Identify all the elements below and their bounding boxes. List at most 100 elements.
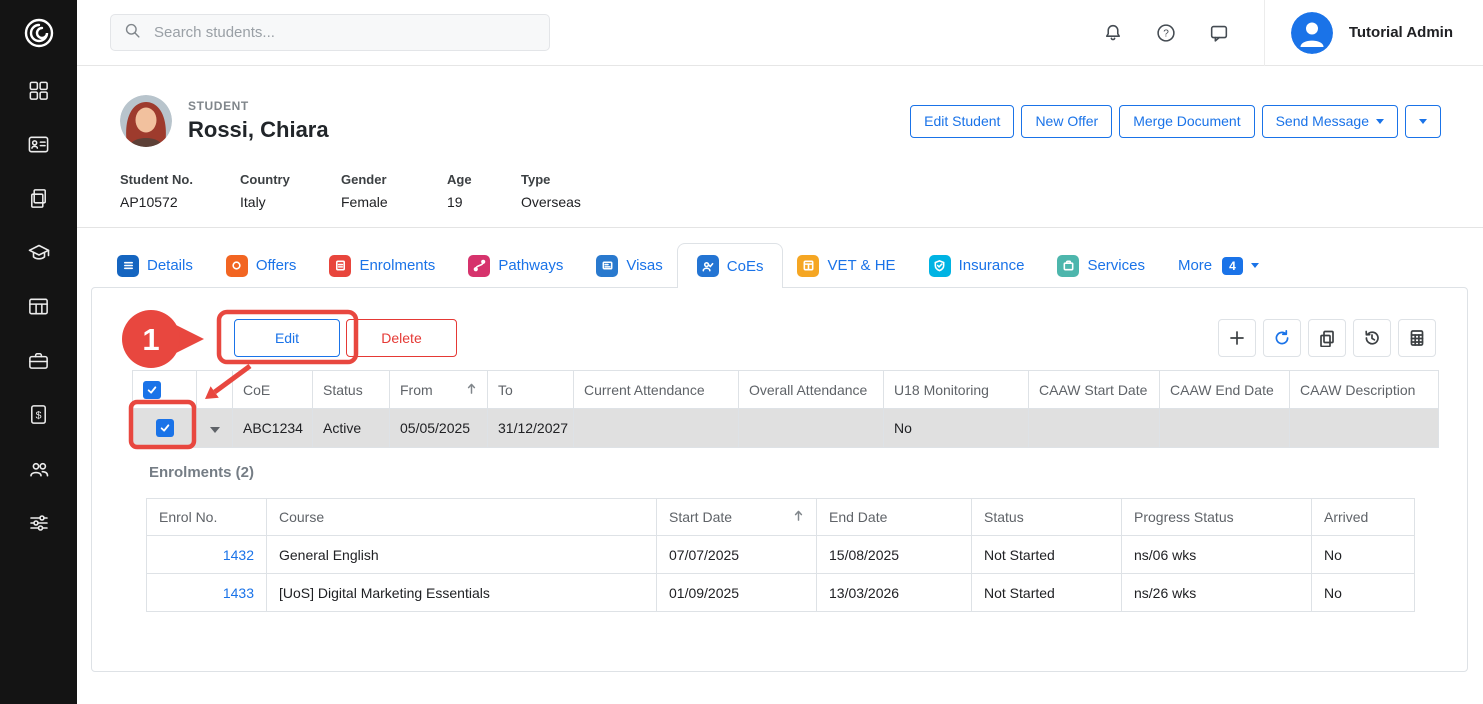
tab-services[interactable]: Services: [1057, 243, 1145, 288]
new-offer-button[interactable]: New Offer: [1021, 105, 1112, 138]
tab-vet-he[interactable]: VET & HE: [797, 243, 895, 288]
column-header-status[interactable]: Status: [972, 499, 1122, 536]
sidebar-item-dashboard[interactable]: [0, 66, 77, 120]
collapse-row-icon[interactable]: [210, 427, 220, 433]
tab-offers[interactable]: Offers: [226, 243, 297, 288]
student-name: Rossi, Chiara: [188, 117, 329, 143]
column-header-caaw-description[interactable]: CAAW Description: [1290, 371, 1439, 409]
vet-he-icon: [797, 255, 819, 277]
sidebar-item-finance[interactable]: $: [0, 390, 77, 444]
edit-student-button[interactable]: Edit Student: [910, 105, 1014, 138]
column-header-enrol-no[interactable]: Enrol No.: [147, 499, 267, 536]
sliders-icon: [27, 511, 51, 540]
tab-coes[interactable]: CoEs: [677, 243, 784, 288]
enrol-no-link[interactable]: 1433: [223, 585, 254, 601]
sidebar-item-community[interactable]: [0, 444, 77, 498]
column-header-overall-attendance[interactable]: Overall Attendance: [739, 371, 884, 409]
info-student-no: Student No. AP10572: [120, 172, 240, 210]
cell-progress-status: ns/06 wks: [1122, 536, 1312, 574]
enrolment-row[interactable]: 1432 General English 07/07/2025 15/08/20…: [147, 536, 1415, 574]
visas-icon: [596, 255, 618, 277]
send-message-label: Send Message: [1276, 113, 1369, 129]
edit-coe-button[interactable]: Edit: [234, 319, 340, 357]
row-checkbox[interactable]: [156, 419, 174, 437]
help-icon[interactable]: ?: [1146, 13, 1186, 53]
sort-asc-icon: [466, 382, 477, 398]
user-name: Tutorial Admin: [1349, 24, 1453, 41]
column-header-start-date[interactable]: Start Date: [657, 499, 817, 536]
info-label: Student No.: [120, 172, 240, 187]
column-header-to[interactable]: To: [488, 371, 574, 409]
merge-document-button[interactable]: Merge Document: [1119, 105, 1254, 138]
column-header-status[interactable]: Status: [313, 371, 390, 409]
info-gender: Gender Female: [341, 172, 447, 210]
sidebar-item-reports[interactable]: [0, 282, 77, 336]
column-header-arrived[interactable]: Arrived: [1312, 499, 1415, 536]
add-button[interactable]: [1218, 319, 1256, 357]
finance-icon: $: [27, 403, 50, 431]
sidebar-item-courses[interactable]: [0, 228, 77, 282]
cell-coe: ABC1234: [233, 409, 313, 448]
more-actions-split-button[interactable]: [1405, 105, 1441, 138]
enrol-no-link[interactable]: 1432: [223, 547, 254, 563]
app-window: { "colors": { "accent": "#1a73e8", "dang…: [0, 0, 1483, 704]
cell-end-date: 13/03/2026: [817, 574, 972, 612]
calculator-button[interactable]: [1398, 319, 1436, 357]
people-icon: [27, 457, 51, 486]
coe-table: CoE Status From To Current Attendance Ov…: [132, 370, 1439, 448]
send-message-button[interactable]: Send Message: [1262, 105, 1398, 138]
column-header-u18-monitoring[interactable]: U18 Monitoring: [884, 371, 1029, 409]
tab-label: Services: [1087, 257, 1145, 274]
notifications-bell-icon[interactable]: [1093, 13, 1133, 53]
tab-pathways[interactable]: Pathways: [468, 243, 563, 288]
graduation-cap-icon: [27, 241, 51, 270]
column-label: From: [400, 382, 433, 398]
info-value: Female: [341, 194, 447, 210]
services-icon: [1057, 255, 1079, 277]
tab-enrolments[interactable]: Enrolments: [329, 243, 435, 288]
column-header-progress-status[interactable]: Progress Status: [1122, 499, 1312, 536]
table-icon: [27, 295, 50, 323]
column-header-caaw-end[interactable]: CAAW End Date: [1160, 371, 1290, 409]
tab-label: Offers: [256, 257, 297, 274]
sidebar-item-settings[interactable]: [0, 498, 77, 552]
sidebar-item-students[interactable]: [0, 120, 77, 174]
chat-icon[interactable]: [1199, 13, 1239, 53]
cell-caaw-end: [1160, 409, 1290, 448]
history-button[interactable]: [1353, 319, 1391, 357]
column-header-coe[interactable]: CoE: [233, 371, 313, 409]
delete-coe-button[interactable]: Delete: [346, 319, 457, 357]
user-avatar[interactable]: [1291, 12, 1333, 54]
tab-details[interactable]: Details: [117, 243, 193, 288]
refresh-button[interactable]: [1263, 319, 1301, 357]
grid-toolbar: [1218, 319, 1436, 357]
tab-label: Pathways: [498, 257, 563, 274]
tab-more[interactable]: More 4: [1178, 243, 1259, 288]
topbar: ? Tutorial Admin: [77, 0, 1483, 66]
coes-panel: Edit Delete CoE: [91, 287, 1468, 672]
student-search: [110, 14, 550, 51]
enrolments-icon: [329, 255, 351, 277]
column-header-caaw-start[interactable]: CAAW Start Date: [1029, 371, 1160, 409]
sidebar-item-documents[interactable]: [0, 174, 77, 228]
app-logo-icon[interactable]: [0, 0, 77, 66]
svg-text:?: ?: [1163, 28, 1169, 39]
search-input[interactable]: [152, 23, 537, 42]
column-header-end-date[interactable]: End Date: [817, 499, 972, 536]
student-meta: STUDENT Rossi, Chiara: [188, 99, 329, 143]
tab-insurance[interactable]: Insurance: [929, 243, 1025, 288]
coe-row-selected[interactable]: ABC1234 Active 05/05/2025 31/12/2027 No: [133, 409, 1439, 448]
coe-header-row: CoE Status From To Current Attendance Ov…: [133, 371, 1439, 409]
tab-visas[interactable]: Visas: [596, 243, 662, 288]
chevron-down-icon: [1376, 119, 1384, 124]
sidebar-item-agents[interactable]: [0, 336, 77, 390]
enrolment-row[interactable]: 1433 [UoS] Digital Marketing Essentials …: [147, 574, 1415, 612]
column-label: Start Date: [669, 509, 732, 525]
cell-progress-status: ns/26 wks: [1122, 574, 1312, 612]
duplicate-button[interactable]: [1308, 319, 1346, 357]
column-header-from[interactable]: From: [390, 371, 488, 409]
select-all-checkbox[interactable]: [143, 381, 161, 399]
tab-label: More: [1178, 257, 1212, 274]
column-header-course[interactable]: Course: [267, 499, 657, 536]
column-header-current-attendance[interactable]: Current Attendance: [574, 371, 739, 409]
